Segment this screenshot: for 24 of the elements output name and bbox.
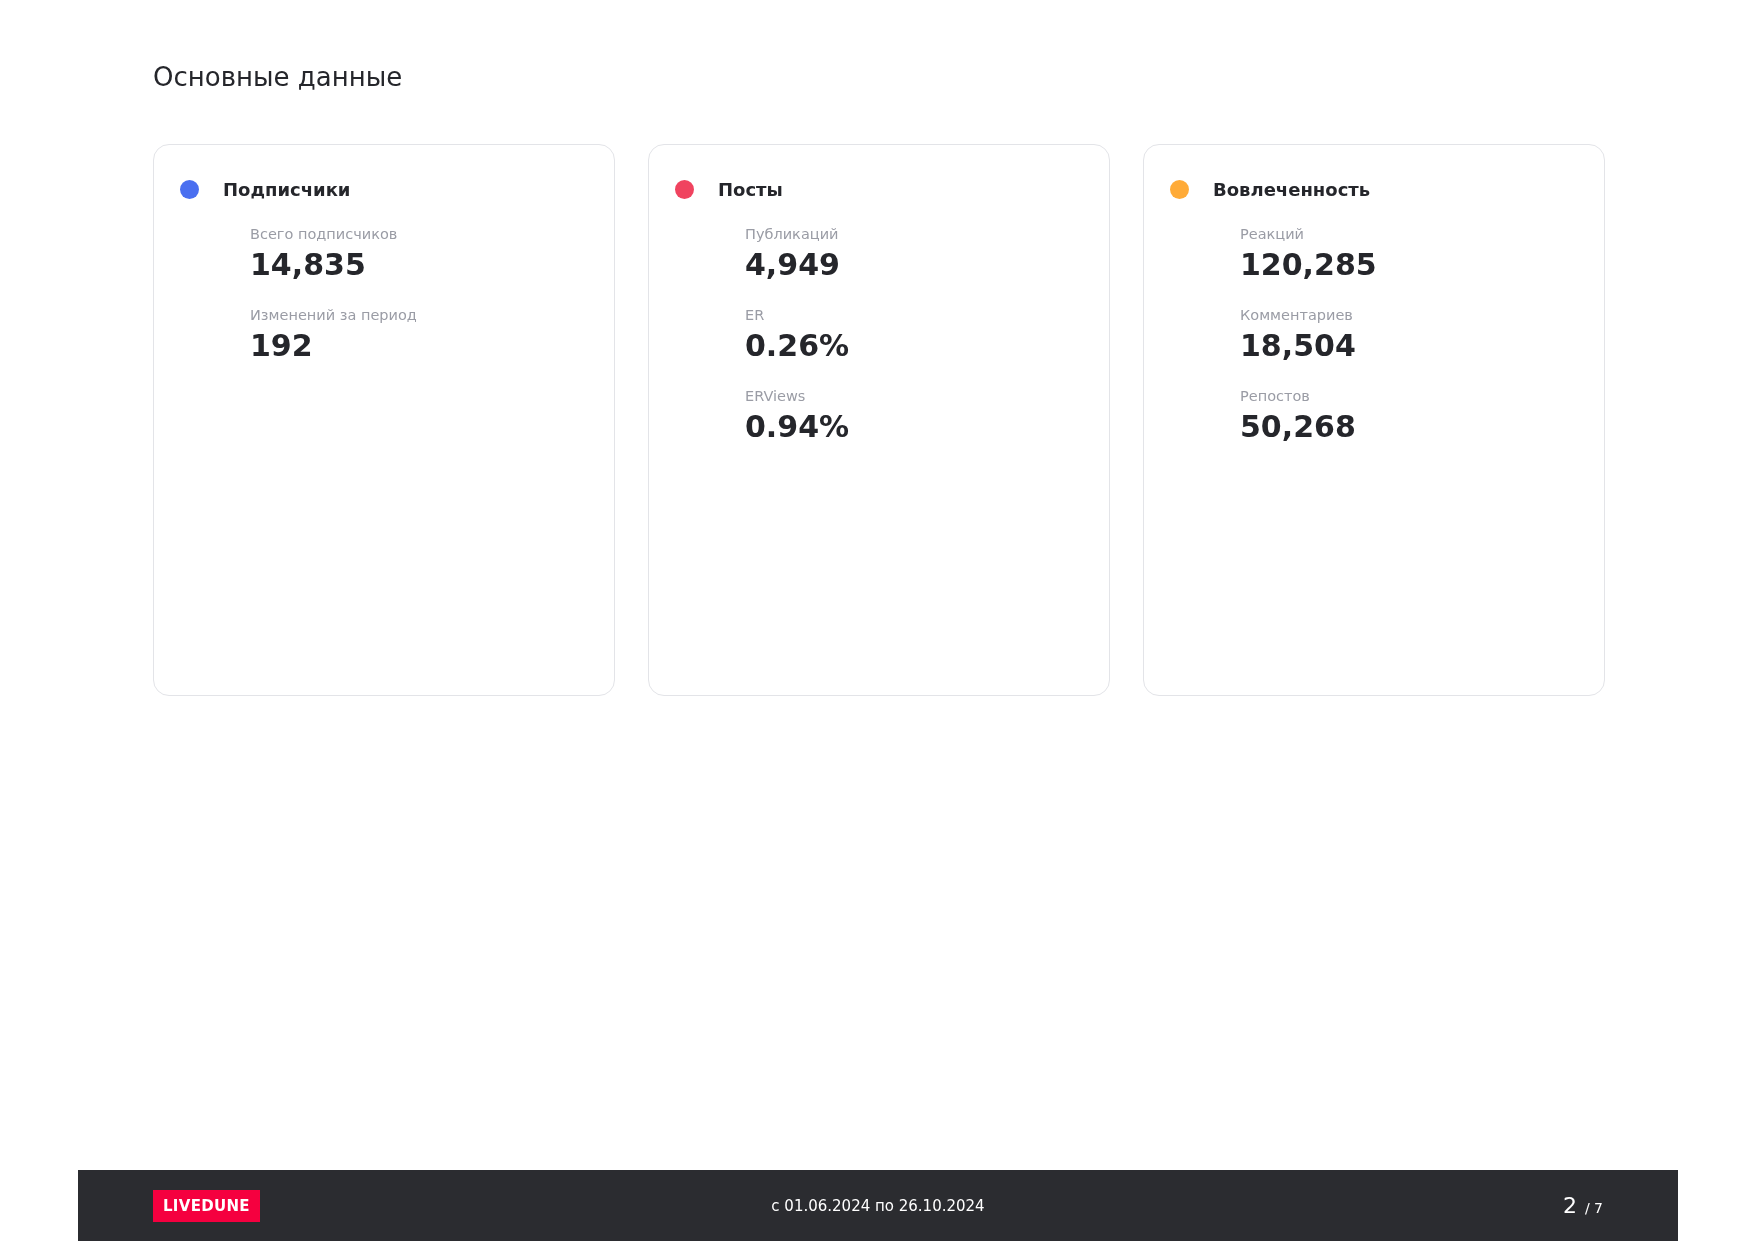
metric-label: Всего подписчиков	[250, 226, 398, 243]
metric-label: Репостов	[1240, 388, 1310, 405]
card-title: Вовлеченность	[1213, 179, 1371, 201]
metric-label: Публикаций	[745, 226, 839, 243]
metric-value: 192	[250, 329, 313, 363]
page-title: Основные данные	[153, 62, 404, 94]
date-range: с 01.06.2024 по 26.10.2024	[771, 1196, 985, 1215]
metric-label: Изменений за период	[250, 307, 417, 324]
card-title: Подписчики	[223, 179, 351, 201]
page-total: / 7	[1584, 1200, 1603, 1216]
metric-value: 50,268	[1240, 410, 1356, 444]
metric-value: 4,949	[745, 248, 840, 282]
metric-label: Реакций	[1240, 226, 1305, 243]
metric-value: 18,504	[1240, 329, 1356, 363]
metric-value: 0.94%	[745, 410, 850, 444]
metric-value: 14,835	[250, 248, 366, 282]
metric-label: ER	[745, 307, 765, 324]
logo: LIVEDUNE	[153, 1189, 260, 1222]
metric-value: 120,285	[1240, 248, 1377, 282]
card-title: Посты	[718, 179, 783, 201]
metric-label: Комментариев	[1240, 307, 1353, 324]
metric-value: 0.26%	[745, 329, 850, 363]
page-number: 2	[1562, 1193, 1577, 1218]
metric-label: ERViews	[745, 388, 806, 405]
